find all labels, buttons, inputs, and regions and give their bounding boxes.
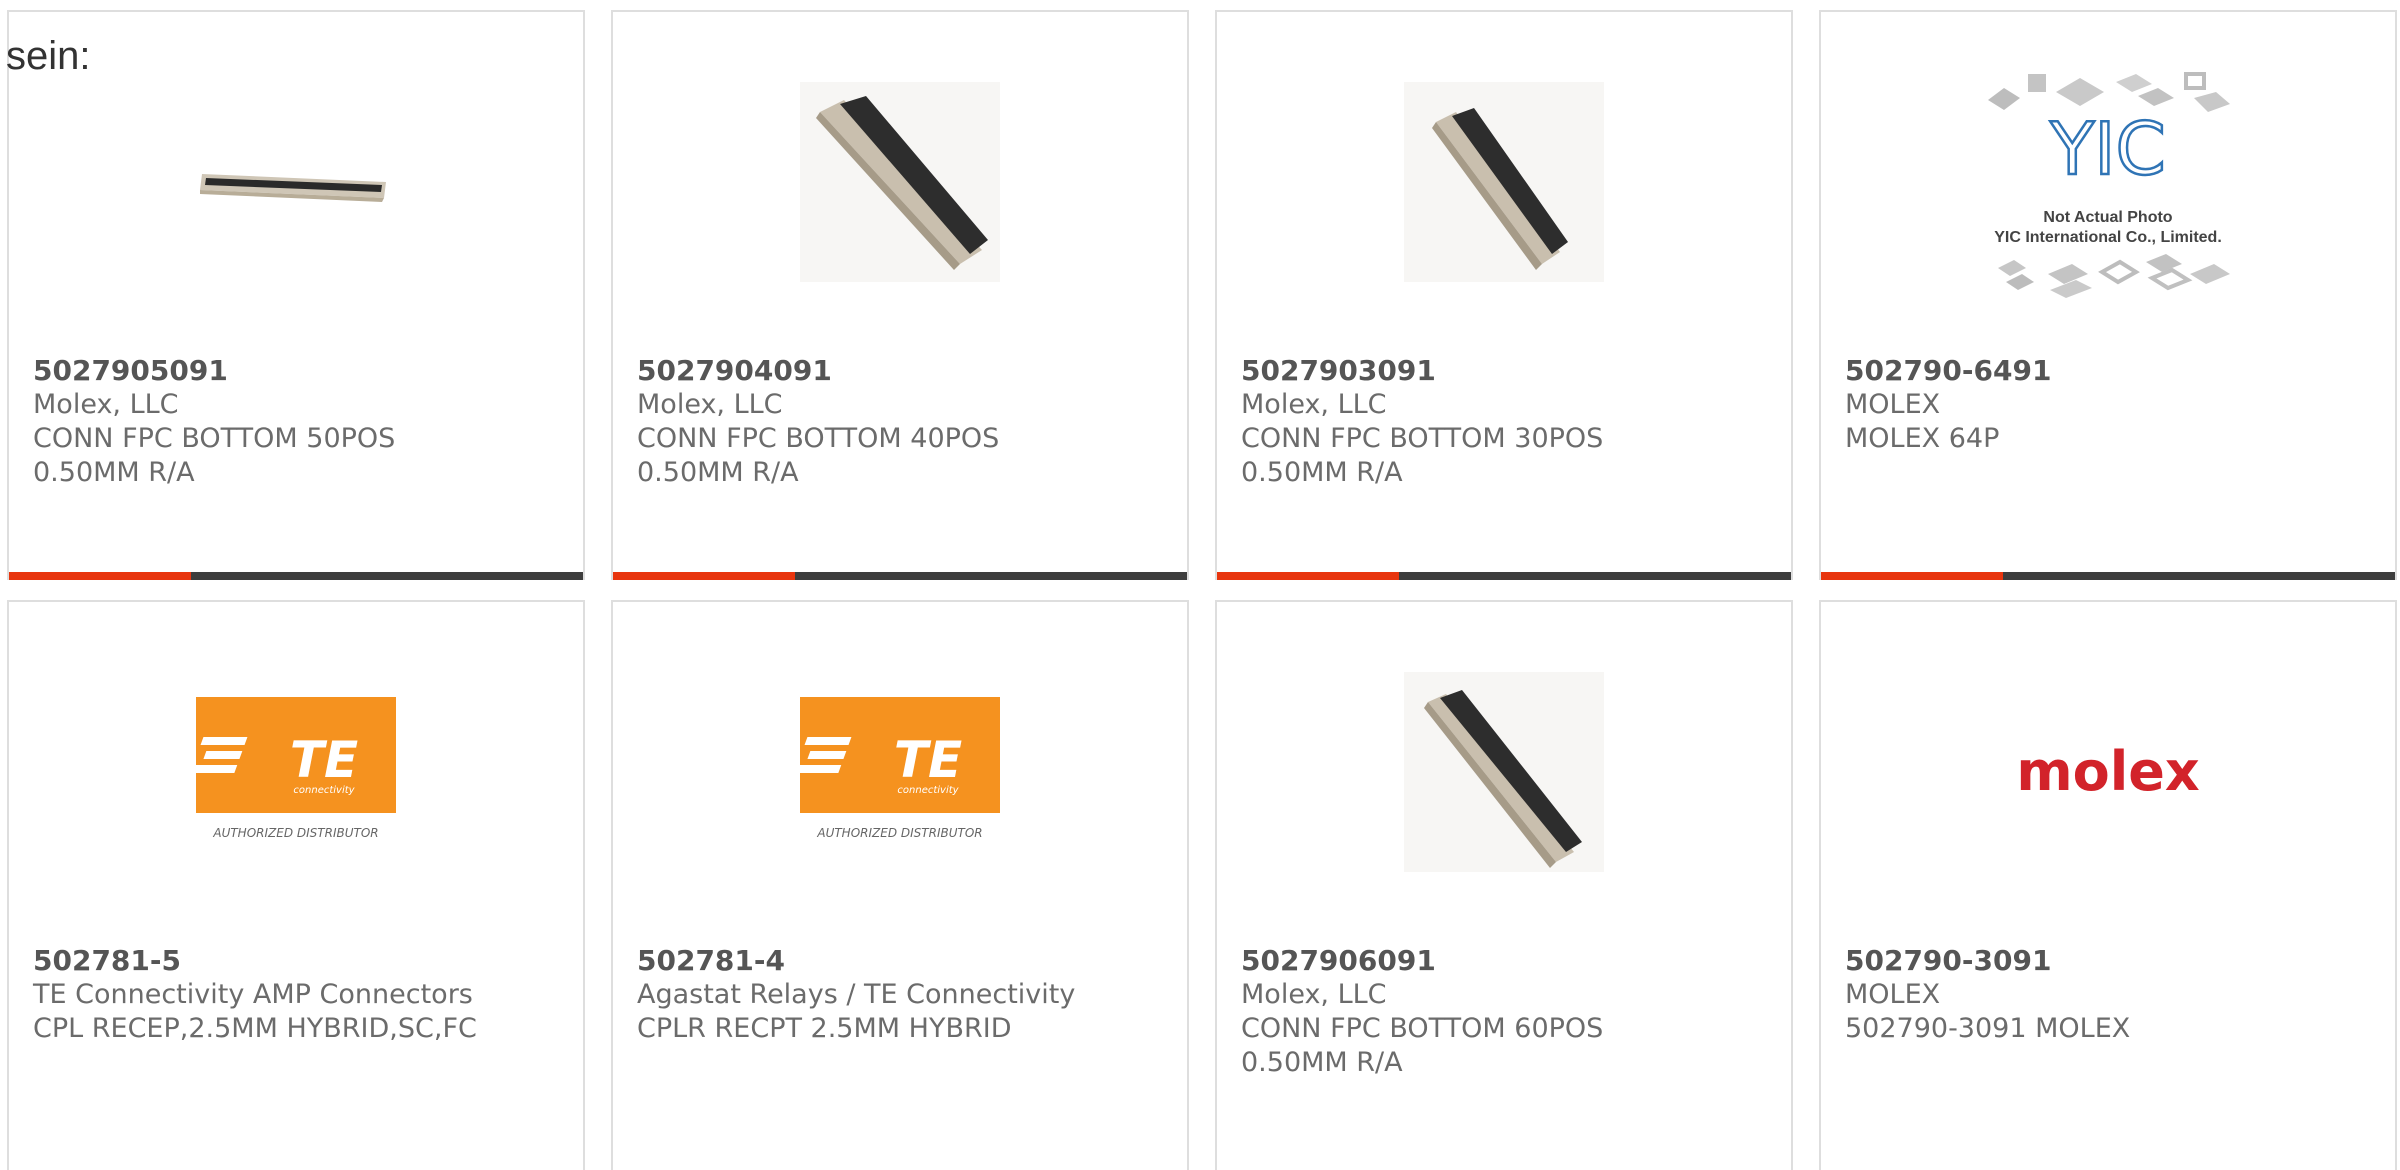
product-card[interactable]: TE connectivity AUTHORIZED DISTRIBUTOR 5… bbox=[7, 600, 585, 1170]
description-extra: 0.50MM R/A bbox=[1241, 457, 1403, 488]
product-grid: 5027905091 Molex, LLC CONN FPC BOTTOM 50… bbox=[0, 0, 2400, 1170]
part-number[interactable]: 5027904091 bbox=[637, 354, 1171, 388]
product-card[interactable]: 5027906091 Molex, LLC CONN FPC BOTTOM 60… bbox=[1215, 600, 1793, 1170]
product-card[interactable]: 5027905091 Molex, LLC CONN FPC BOTTOM 50… bbox=[7, 10, 585, 580]
svg-text:YIC: YIC bbox=[2049, 107, 2166, 191]
svg-text:connectivity: connectivity bbox=[293, 785, 355, 796]
product-card[interactable]: molex 502790-3091 MOLEX 502790-3091 MOLE… bbox=[1819, 600, 2397, 1170]
part-number[interactable]: 5027906091 bbox=[1241, 944, 1775, 978]
product-image[interactable]: molex bbox=[1821, 662, 2395, 882]
product-image[interactable]: TE connectivity AUTHORIZED DISTRIBUTOR bbox=[9, 662, 583, 882]
product-info: 502781-5 TE Connectivity AMP Connectors … bbox=[33, 944, 567, 1046]
svg-text:YIC International Co., Limited: YIC International Co., Limited. bbox=[1994, 229, 2222, 246]
description-extra: 0.50MM R/A bbox=[1241, 1047, 1403, 1078]
manufacturer: Molex, LLC bbox=[637, 389, 783, 420]
molex-logo-image: molex bbox=[2016, 740, 2200, 803]
product-info: 5027906091 Molex, LLC CONN FPC BOTTOM 60… bbox=[1241, 944, 1775, 1080]
manufacturer: MOLEX bbox=[1845, 979, 1941, 1010]
part-number[interactable]: 502781-5 bbox=[33, 944, 567, 978]
product-card[interactable]: 5027903091 Molex, LLC CONN FPC BOTTOM 30… bbox=[1215, 10, 1793, 580]
yic-placeholder-image: YIC Not Actual Photo YIC International C… bbox=[1988, 72, 2230, 298]
description-extra: 0.50MM R/A bbox=[33, 457, 195, 488]
description-extra: 0.50MM R/A bbox=[637, 457, 799, 488]
part-number[interactable]: 5027903091 bbox=[1241, 354, 1775, 388]
product-info: 5027903091 Molex, LLC CONN FPC BOTTOM 30… bbox=[1241, 354, 1775, 490]
svg-text:connectivity: connectivity bbox=[897, 785, 959, 796]
product-card[interactable]: 5027904091 Molex, LLC CONN FPC BOTTOM 40… bbox=[611, 10, 1189, 580]
manufacturer: Molex, LLC bbox=[1241, 979, 1387, 1010]
manufacturer: MOLEX bbox=[1845, 389, 1941, 420]
description: CPL RECEP,2.5MM HYBRID,SC,FC bbox=[33, 1013, 477, 1044]
description: MOLEX 64P bbox=[1845, 423, 2000, 454]
product-info: 502781-4 Agastat Relays / TE Connectivit… bbox=[637, 944, 1171, 1046]
part-number[interactable]: 5027905091 bbox=[33, 354, 567, 388]
part-number[interactable]: 502781-4 bbox=[637, 944, 1171, 978]
description: CONN FPC BOTTOM 30POS bbox=[1241, 423, 1604, 454]
svg-text:AUTHORIZED DISTRIBUTOR: AUTHORIZED DISTRIBUTOR bbox=[212, 826, 378, 840]
part-number[interactable]: 502790-3091 bbox=[1845, 944, 2379, 978]
svg-text:TE: TE bbox=[290, 731, 358, 789]
description: CONN FPC BOTTOM 40POS bbox=[637, 423, 1000, 454]
card-bar bbox=[1217, 572, 1791, 580]
product-image[interactable]: YIC Not Actual Photo YIC International C… bbox=[1821, 72, 2395, 298]
fpc-connector-image bbox=[200, 174, 386, 202]
fpc-connector-image bbox=[1404, 82, 1604, 282]
description: CONN FPC BOTTOM 60POS bbox=[1241, 1013, 1604, 1044]
part-number[interactable]: 502790-6491 bbox=[1845, 354, 2379, 388]
manufacturer: Agastat Relays / TE Connectivity bbox=[637, 979, 1076, 1010]
product-info: 502790-6491 MOLEX MOLEX 64P bbox=[1845, 354, 2379, 456]
te-logo-image: TE connectivity AUTHORIZED DISTRIBUTOR bbox=[194, 697, 396, 840]
product-image[interactable] bbox=[1217, 662, 1791, 882]
description: 502790-3091 MOLEX bbox=[1845, 1013, 2131, 1044]
svg-text:AUTHORIZED DISTRIBUTOR: AUTHORIZED DISTRIBUTOR bbox=[816, 826, 982, 840]
intro-text: sein: bbox=[6, 34, 91, 78]
product-image[interactable]: TE connectivity AUTHORIZED DISTRIBUTOR bbox=[613, 662, 1187, 882]
product-image[interactable] bbox=[1217, 72, 1791, 292]
product-image[interactable] bbox=[613, 72, 1187, 292]
description: CONN FPC BOTTOM 50POS bbox=[33, 423, 396, 454]
manufacturer: TE Connectivity AMP Connectors bbox=[33, 979, 473, 1010]
manufacturer: Molex, LLC bbox=[33, 389, 179, 420]
product-image[interactable] bbox=[9, 72, 583, 292]
te-logo-image: TE connectivity AUTHORIZED DISTRIBUTOR bbox=[798, 697, 1000, 840]
svg-text:Not Actual Photo: Not Actual Photo bbox=[2043, 209, 2172, 226]
card-bar bbox=[9, 572, 583, 580]
svg-text:TE: TE bbox=[894, 731, 962, 789]
description: CPLR RECPT 2.5MM HYBRID bbox=[637, 1013, 1012, 1044]
product-info: 502790-3091 MOLEX 502790-3091 MOLEX bbox=[1845, 944, 2379, 1046]
product-info: 5027905091 Molex, LLC CONN FPC BOTTOM 50… bbox=[33, 354, 567, 490]
manufacturer: Molex, LLC bbox=[1241, 389, 1387, 420]
card-bar bbox=[613, 572, 1187, 580]
product-card[interactable]: YIC Not Actual Photo YIC International C… bbox=[1819, 10, 2397, 580]
product-card[interactable]: TE connectivity AUTHORIZED DISTRIBUTOR 5… bbox=[611, 600, 1189, 1170]
fpc-connector-image bbox=[800, 82, 1000, 282]
fpc-connector-image bbox=[1404, 672, 1604, 872]
product-info: 5027904091 Molex, LLC CONN FPC BOTTOM 40… bbox=[637, 354, 1171, 490]
svg-text:molex: molex bbox=[2016, 740, 2200, 803]
card-bar bbox=[1821, 572, 2395, 580]
